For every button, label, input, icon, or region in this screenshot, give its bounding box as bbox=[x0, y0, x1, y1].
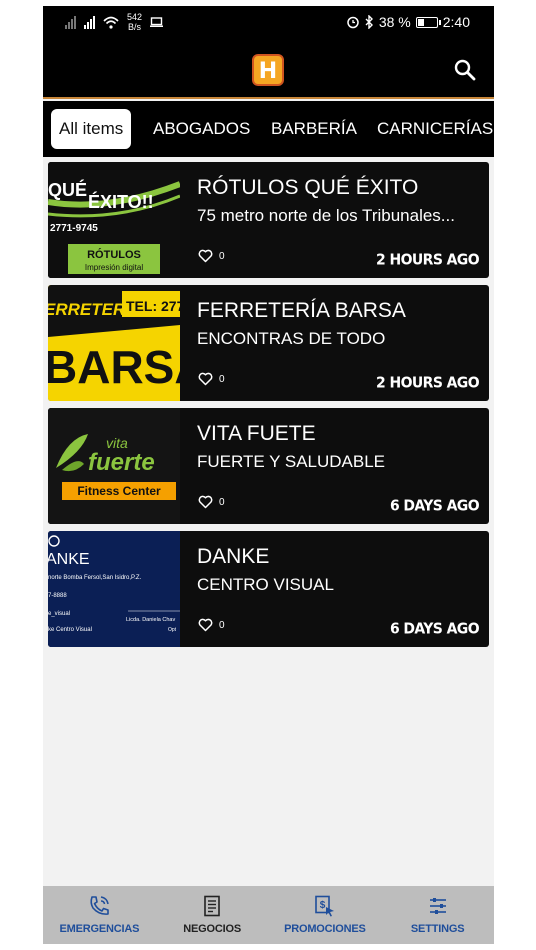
business-subtitle: ENCONTRAS DE TODO bbox=[197, 329, 386, 348]
heart-icon bbox=[198, 495, 213, 509]
sliders-icon bbox=[429, 898, 446, 914]
bluetooth-icon bbox=[365, 15, 373, 29]
like-button[interactable]: 0 bbox=[198, 618, 225, 632]
heart-icon bbox=[198, 249, 213, 263]
tab-all-items[interactable]: All items bbox=[51, 109, 132, 149]
app-screen: 542 B/s 38 % 2:40 H All items ABOGADOS B… bbox=[43, 6, 494, 944]
danke-logo-image: ANKE norte Bomba Fersol,San Isidro,P.Z. … bbox=[48, 531, 180, 647]
thumb-text: e_visual bbox=[48, 611, 70, 617]
nav-emergencias[interactable]: EMERGENCIAS bbox=[43, 886, 156, 944]
thumb-text: ke Centro Visual bbox=[48, 627, 92, 633]
network-speed: 542 B/s bbox=[127, 12, 142, 32]
business-thumbnail: vita fuerte Fitness Center bbox=[48, 408, 180, 524]
svg-text:$: $ bbox=[320, 900, 326, 911]
thumb-text: TEL: 2770 bbox=[126, 298, 180, 314]
business-thumbnail: ERRETERIA TEL: 2770 BARSA bbox=[48, 285, 180, 401]
tab-carnicerias[interactable]: CARNICERÍAS bbox=[369, 109, 494, 149]
document-icon bbox=[204, 895, 220, 917]
nav-negocios[interactable]: NEGOCIOS bbox=[156, 886, 269, 944]
tab-barberia[interactable]: BARBERÍA bbox=[263, 109, 365, 149]
battery-icon bbox=[415, 16, 441, 28]
nav-label: PROMOCIONES bbox=[284, 923, 366, 935]
signal-icon-sim2 bbox=[84, 15, 95, 29]
wifi-icon bbox=[103, 16, 119, 29]
heart-icon bbox=[198, 372, 213, 386]
business-thumbnail: ANKE norte Bomba Fersol,San Isidro,P.Z. … bbox=[48, 531, 180, 647]
like-count: 0 bbox=[219, 250, 225, 262]
business-subtitle: CENTRO VISUAL bbox=[197, 575, 334, 594]
promo-icon: $ bbox=[315, 895, 334, 917]
business-card[interactable]: ERRETERIA TEL: 2770 BARSA FERRETERÍA BAR… bbox=[48, 285, 489, 401]
thumb-text: BARSA bbox=[48, 341, 180, 393]
status-left: 542 B/s bbox=[65, 12, 164, 32]
thumb-text: fuerte bbox=[88, 449, 155, 476]
logo-letter: H bbox=[258, 59, 278, 84]
status-right: 38 % 2:40 bbox=[346, 14, 470, 30]
business-subtitle: FUERTE Y SALUDABLE bbox=[197, 452, 386, 471]
tab-abogados[interactable]: ABOGADOS bbox=[145, 109, 258, 149]
business-thumbnail: QUÉ ÉXITO!! 2771-9745 RÓTULOS Impresión … bbox=[48, 162, 180, 278]
thumb-text: QUÉ bbox=[48, 179, 87, 200]
business-subtitle: 75 metro norte de los Tribunales... bbox=[197, 206, 455, 225]
thumb-text: ÉXITO!! bbox=[88, 191, 154, 212]
thumb-text: Impresión digital bbox=[85, 263, 143, 272]
category-tabs: All items ABOGADOS BARBERÍA CARNICERÍAS bbox=[43, 101, 494, 157]
clock: 2:40 bbox=[442, 14, 470, 30]
post-time: 6 DAYS AGO bbox=[389, 620, 480, 638]
business-card[interactable]: vita fuerte Fitness Center VITA FUETE FU… bbox=[48, 408, 489, 524]
barsa-logo-image: ERRETERIA TEL: 2770 BARSA bbox=[48, 285, 180, 401]
status-bar: 542 B/s 38 % 2:40 bbox=[43, 6, 494, 40]
vita-fuerte-logo-image: vita fuerte Fitness Center bbox=[48, 408, 180, 524]
nav-label: SETTINGS bbox=[410, 923, 465, 935]
phone-icon bbox=[90, 896, 110, 915]
thumb-text: 2771-9745 bbox=[50, 223, 98, 234]
post-time: 2 HOURS AGO bbox=[376, 251, 480, 269]
rotulos-logo-image: QUÉ ÉXITO!! 2771-9745 RÓTULOS Impresión … bbox=[48, 162, 180, 278]
battery-fill bbox=[417, 18, 425, 26]
signal-icon-sim1 bbox=[65, 15, 76, 29]
like-count: 0 bbox=[219, 373, 225, 385]
business-title: VITA FUETE bbox=[197, 422, 316, 445]
search-icon[interactable] bbox=[454, 59, 476, 81]
like-button[interactable]: 0 bbox=[198, 249, 225, 263]
business-card[interactable]: ANKE norte Bomba Fersol,San Isidro,P.Z. … bbox=[48, 531, 489, 647]
business-card[interactable]: QUÉ ÉXITO!! 2771-9745 RÓTULOS Impresión … bbox=[48, 162, 489, 278]
heart-icon bbox=[198, 618, 213, 632]
thumb-text: Fitness Center bbox=[77, 484, 161, 498]
business-title: RÓTULOS QUÉ ÉXITO bbox=[197, 176, 419, 199]
thumb-text: ANKE bbox=[48, 551, 90, 568]
thumb-text: RÓTULOS bbox=[87, 248, 141, 261]
business-title: DANKE bbox=[197, 545, 270, 568]
speed-unit: B/s bbox=[128, 22, 142, 32]
thumb-text: Opt bbox=[168, 627, 177, 633]
like-button[interactable]: 0 bbox=[198, 495, 225, 509]
post-time: 6 DAYS AGO bbox=[389, 497, 480, 515]
speed-value: 542 bbox=[127, 12, 143, 22]
nav-settings[interactable]: SETTINGS bbox=[381, 886, 494, 944]
app-bar: H bbox=[43, 40, 494, 99]
alarm-icon bbox=[347, 16, 359, 29]
nav-label: EMERGENCIAS bbox=[59, 923, 140, 935]
thumb-text: norte Bomba Fersol,San Isidro,P.Z. bbox=[48, 575, 142, 581]
bottom-navigation: EMERGENCIAS NEGOCIOS $ PROMOCIONES SETTI… bbox=[43, 886, 494, 944]
thumb-text: Licda. Daniela Chav bbox=[126, 617, 175, 623]
screen-cast-icon bbox=[150, 16, 164, 27]
nav-promociones[interactable]: $ PROMOCIONES bbox=[269, 886, 382, 944]
thumb-text: 7-8888 bbox=[48, 593, 67, 599]
post-time: 2 HOURS AGO bbox=[376, 374, 480, 392]
like-button[interactable]: 0 bbox=[198, 372, 225, 386]
business-title: FERRETERÍA BARSA bbox=[197, 299, 406, 322]
app-logo[interactable]: H bbox=[252, 54, 284, 86]
like-count: 0 bbox=[219, 619, 225, 631]
battery-percent: 38 % bbox=[378, 14, 411, 30]
like-count: 0 bbox=[219, 496, 225, 508]
nav-label: NEGOCIOS bbox=[183, 923, 241, 935]
